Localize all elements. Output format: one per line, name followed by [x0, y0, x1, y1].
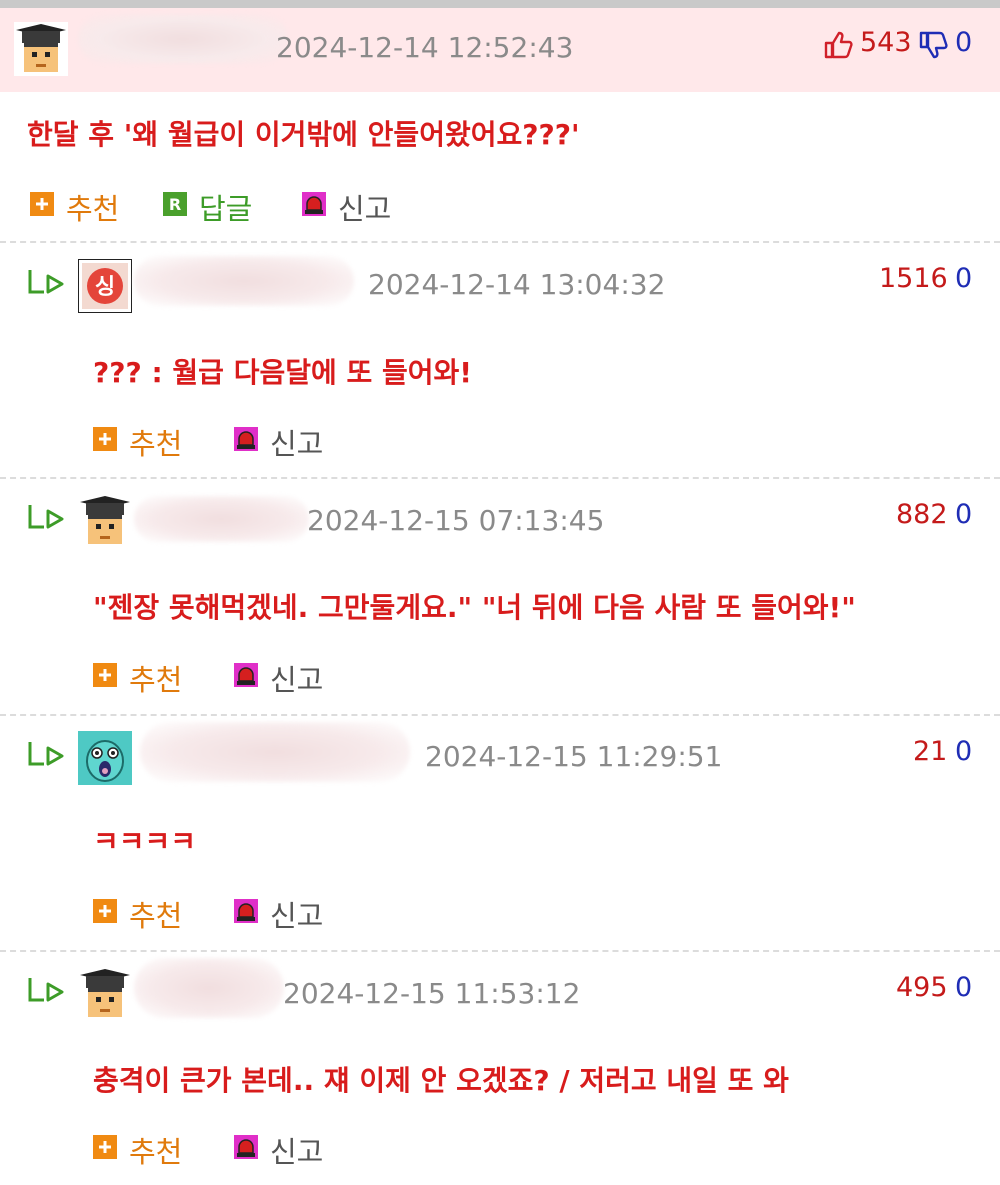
cartoon-face-avatar[interactable] — [78, 731, 132, 785]
comment-text: 한달 후 '왜 월급이 이거밖에 안들어왔어요???' — [27, 118, 580, 151]
comment-divider — [0, 477, 1000, 479]
reply-arrow-icon — [26, 738, 66, 772]
red-badge-avatar[interactable]: 싱 — [78, 259, 132, 313]
recommend-label: 추천 — [129, 899, 183, 933]
recommend-button[interactable]: 추천 — [93, 421, 203, 461]
svg-text:싱: 싱 — [95, 275, 115, 300]
upvote-count: 1516 — [879, 263, 948, 294]
reply-arrow-icon — [26, 974, 66, 1008]
report-button[interactable]: 신고 — [234, 893, 344, 933]
reply-arrow-icon — [26, 501, 66, 535]
report-label: 신고 — [270, 427, 324, 461]
blurred-username — [134, 496, 309, 542]
reply-button[interactable]: R 답글 — [163, 186, 273, 226]
report-label: 신고 — [270, 899, 324, 933]
recommend-label: 추천 — [129, 427, 183, 461]
comment-text: 충격이 큰가 본데.. 쟤 이제 안 오겠죠? / 저러고 내일 또 와 — [93, 1064, 789, 1097]
plus-icon — [93, 427, 117, 451]
report-button[interactable]: 신고 — [234, 657, 344, 697]
downvote-count: 0 — [955, 27, 973, 58]
recommend-label: 추천 — [129, 663, 183, 697]
comment-text: ㅋㅋㅋㅋ — [93, 825, 197, 858]
top-border — [0, 0, 1000, 8]
siren-icon — [302, 192, 326, 216]
recommend-button[interactable]: 추천 — [93, 1129, 203, 1169]
report-label: 신고 — [270, 663, 324, 697]
upvote-count: 21 — [913, 736, 948, 767]
downvote-count: 0 — [955, 499, 973, 530]
recommend-button[interactable]: 추천 — [93, 657, 203, 697]
graduate-avatar[interactable] — [14, 22, 68, 76]
recommend-label: 추천 — [66, 192, 120, 226]
comment-date: 2024-12-14 13:04:32 — [368, 268, 666, 301]
comment-divider — [0, 950, 1000, 952]
comment-date: 2024-12-14 12:52:43 — [276, 31, 574, 64]
plus-icon — [30, 192, 54, 216]
thumbs-down-icon[interactable] — [918, 30, 948, 60]
reply-label: 답글 — [199, 192, 253, 226]
siren-icon — [234, 899, 258, 923]
reply-arrow-icon — [26, 266, 66, 300]
recommend-button[interactable]: 추천 — [93, 893, 203, 933]
comment-date: 2024-12-15 11:53:12 — [283, 977, 581, 1010]
recommend-button[interactable]: 추천 — [30, 186, 140, 226]
report-label: 신고 — [270, 1135, 324, 1169]
plus-icon — [93, 1135, 117, 1159]
blurred-username — [134, 256, 354, 306]
upvote-count: 495 — [896, 972, 948, 1003]
comment-divider — [0, 714, 1000, 716]
reply-r-icon: R — [163, 192, 187, 216]
blurred-username — [140, 722, 410, 782]
comment-date: 2024-12-15 11:29:51 — [425, 740, 723, 773]
graduate-avatar[interactable] — [78, 494, 132, 548]
plus-icon — [93, 663, 117, 687]
plus-icon — [93, 899, 117, 923]
comment-text: "젠장 못해먹겠네. 그만둘게요." "너 뒤에 다음 사람 또 들어와!" — [93, 591, 856, 624]
upvote-count: 882 — [896, 499, 948, 530]
report-button[interactable]: 신고 — [234, 1129, 344, 1169]
siren-icon — [234, 1135, 258, 1159]
downvote-count: 0 — [955, 972, 973, 1003]
comment-divider — [0, 241, 1000, 243]
comment-text: ??? : 월급 다음달에 또 들어와! — [93, 356, 473, 389]
recommend-label: 추천 — [129, 1135, 183, 1169]
downvote-count: 0 — [955, 736, 973, 767]
graduate-avatar[interactable] — [78, 967, 132, 1021]
blurred-username — [78, 14, 288, 64]
report-button[interactable]: 신고 — [234, 421, 344, 461]
siren-icon — [234, 427, 258, 451]
siren-icon — [234, 663, 258, 687]
comment-date: 2024-12-15 07:13:45 — [307, 504, 605, 537]
blurred-username — [134, 958, 284, 1018]
report-button[interactable]: 신고 — [302, 186, 412, 226]
svg-text:R: R — [169, 195, 181, 214]
report-label: 신고 — [338, 192, 392, 226]
thumbs-up-icon[interactable] — [823, 30, 853, 60]
upvote-count: 543 — [860, 27, 912, 58]
downvote-count: 0 — [955, 263, 973, 294]
